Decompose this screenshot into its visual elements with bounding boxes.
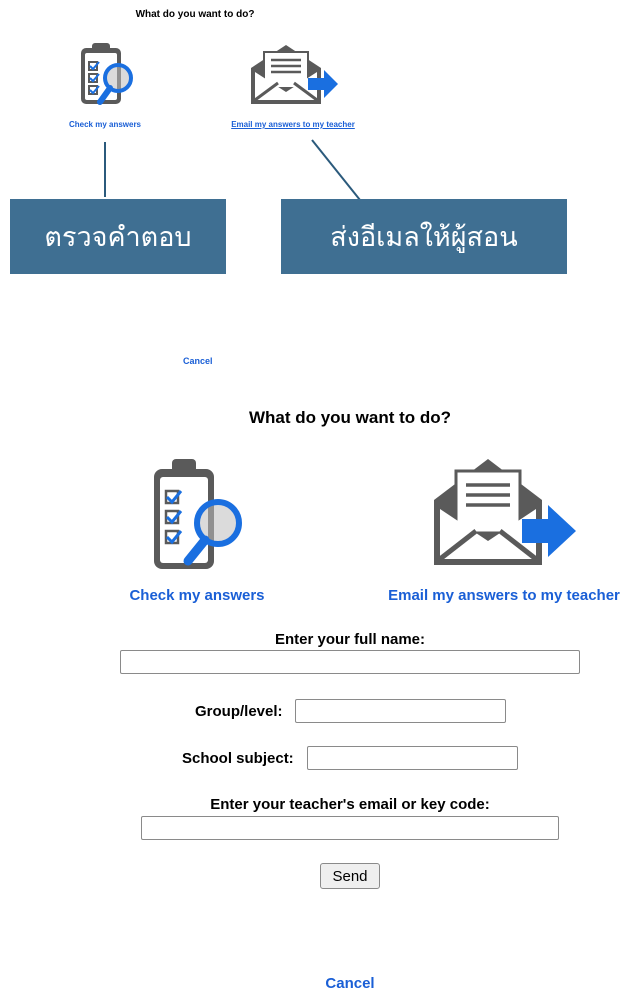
preview-cancel-link[interactable]: Cancel — [183, 356, 213, 366]
group-level-label: Group/level: — [195, 703, 283, 720]
envelope-arrow-icon[interactable] — [430, 455, 580, 570]
school-subject-label: School subject: — [182, 750, 294, 767]
cancel-link[interactable]: Cancel — [0, 975, 630, 992]
page-title: What do you want to do? — [248, 408, 452, 427]
check-answers-link[interactable]: Check my answers — [110, 587, 284, 604]
school-subject-field[interactable] — [307, 746, 518, 770]
full-name-field[interactable] — [120, 650, 580, 674]
teacher-email-label: Enter your teacher's email or key code: — [210, 796, 490, 813]
annotation-check-thai: ตรวจคำตอบ — [10, 199, 226, 274]
annotation-email-thai: ส่งอีเมลให้ผู้สอน — [281, 199, 567, 274]
teacher-email-field[interactable] — [141, 816, 559, 840]
group-level-field[interactable] — [295, 699, 506, 723]
email-teacher-link[interactable]: Email my answers to my teacher — [378, 587, 630, 604]
clipboard-magnifier-icon[interactable] — [150, 455, 246, 573]
full-name-label: Enter your full name: — [274, 631, 426, 648]
send-button[interactable]: Send — [320, 863, 380, 889]
